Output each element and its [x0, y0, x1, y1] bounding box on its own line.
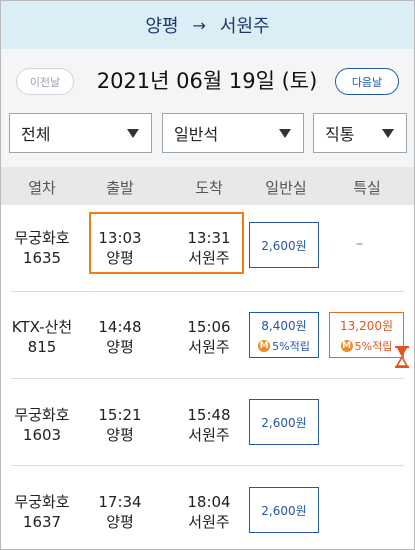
route-header: 양평 → 서원주 — [1, 1, 414, 49]
special-fare-price: 13,200원 — [339, 318, 394, 333]
departure-cell: 15:21 양평 — [80, 405, 160, 445]
train-type-select[interactable]: 전체 — [9, 113, 152, 153]
mileage-rate: 5%적립 — [354, 339, 393, 353]
train-type-value: 전체 — [21, 125, 51, 144]
general-fare-button[interactable]: 2,600원 — [249, 399, 319, 445]
dropdown-caret-icon — [382, 129, 394, 138]
general-fare-price: 8,400원 — [261, 318, 307, 333]
date-navigation: 이전날 2021년 06월 19일 (토) 다음날 — [1, 49, 414, 109]
general-fare-button[interactable]: 2,600원 — [249, 487, 319, 533]
train-name-cell: 무궁화호 1603 — [2, 405, 82, 445]
train-name-cell: 무궁화호 1637 — [2, 492, 82, 532]
seat-class-select[interactable]: 일반석 — [162, 113, 304, 153]
mileage-m-icon: M — [340, 339, 353, 352]
mileage-point: M 5%적립 — [258, 338, 310, 354]
train-number: 1637 — [22, 513, 62, 531]
mileage-rate: 5%적립 — [272, 339, 310, 353]
special-fare-unavailable: – — [356, 236, 363, 252]
table-header: 열차 출발 도착 일반실 특실 — [1, 167, 414, 205]
general-fare-price: 2,600원 — [261, 415, 307, 430]
arrival-time: 15:06 — [187, 318, 231, 336]
departure-cell: 14:48 양평 — [80, 317, 160, 357]
route-type-select[interactable]: 직통 — [313, 113, 407, 153]
train-name: 무궁화호 — [14, 406, 70, 424]
general-fare-button[interactable]: 8,400원 M 5%적립 — [249, 312, 319, 358]
arrival-cell: 18:04 서원주 — [169, 492, 249, 532]
arrival-cell: 15:48 서원주 — [169, 405, 249, 445]
departure-time: 15:21 — [98, 406, 142, 424]
train-number: 1635 — [22, 249, 62, 267]
selected-train-highlight — [89, 212, 244, 274]
column-arrival: 도착 — [195, 179, 223, 197]
train-name-cell: 무궁화호 1635 — [2, 228, 82, 268]
destination-station: 서원주 — [219, 16, 270, 37]
column-departure: 출발 — [106, 179, 134, 197]
train-number: 1603 — [22, 426, 62, 444]
dropdown-caret-icon — [127, 129, 139, 138]
arrival-cell: 15:06 서원주 — [169, 317, 249, 357]
train-name: 무궁화호 — [14, 493, 70, 511]
column-general-seat: 일반실 — [265, 179, 307, 197]
general-fare-button[interactable]: 2,600원 — [249, 222, 319, 268]
origin-station: 양평 — [145, 16, 179, 37]
arrival-station: 서원주 — [188, 513, 230, 531]
departure-station: 양평 — [106, 513, 134, 531]
train-name: 무궁화호 — [14, 229, 70, 247]
route-arrow-icon: → — [192, 15, 206, 35]
departure-station: 양평 — [106, 338, 134, 356]
column-train: 열차 — [28, 179, 56, 197]
departure-time: 14:48 — [98, 318, 142, 336]
train-number: 815 — [27, 338, 57, 356]
filter-bar: 전체 일반석 직통 — [1, 109, 414, 167]
mileage-m-icon: M — [258, 339, 271, 352]
arrival-station: 서원주 — [188, 338, 230, 356]
mileage-point: M 5%적립 — [340, 338, 393, 354]
general-fare-price: 2,600원 — [261, 238, 307, 253]
departure-cell: 17:34 양평 — [80, 492, 160, 532]
departure-station: 양평 — [106, 426, 134, 444]
departure-time: 17:34 — [98, 493, 142, 511]
dropdown-caret-icon — [279, 129, 291, 138]
arrival-time: 18:04 — [187, 493, 231, 511]
prev-day-button[interactable]: 이전날 — [16, 68, 74, 95]
column-special-seat: 특실 — [353, 179, 381, 197]
route-type-value: 직통 — [325, 125, 355, 144]
general-fare-price: 2,600원 — [261, 503, 307, 518]
train-name-cell: KTX-산천 815 — [2, 317, 82, 357]
hourglass-icon — [395, 346, 409, 368]
train-schedule-screen: 양평 → 서원주 이전날 2021년 06월 19일 (토) 다음날 전체 일반… — [0, 0, 415, 550]
arrival-time: 15:48 — [187, 406, 231, 424]
train-name: KTX-산천 — [11, 318, 73, 336]
next-day-button[interactable]: 다음날 — [335, 68, 399, 95]
selected-date: 2021년 06월 19일 (토) — [96, 69, 318, 93]
arrival-station: 서원주 — [188, 426, 230, 444]
seat-class-value: 일반석 — [174, 125, 219, 144]
